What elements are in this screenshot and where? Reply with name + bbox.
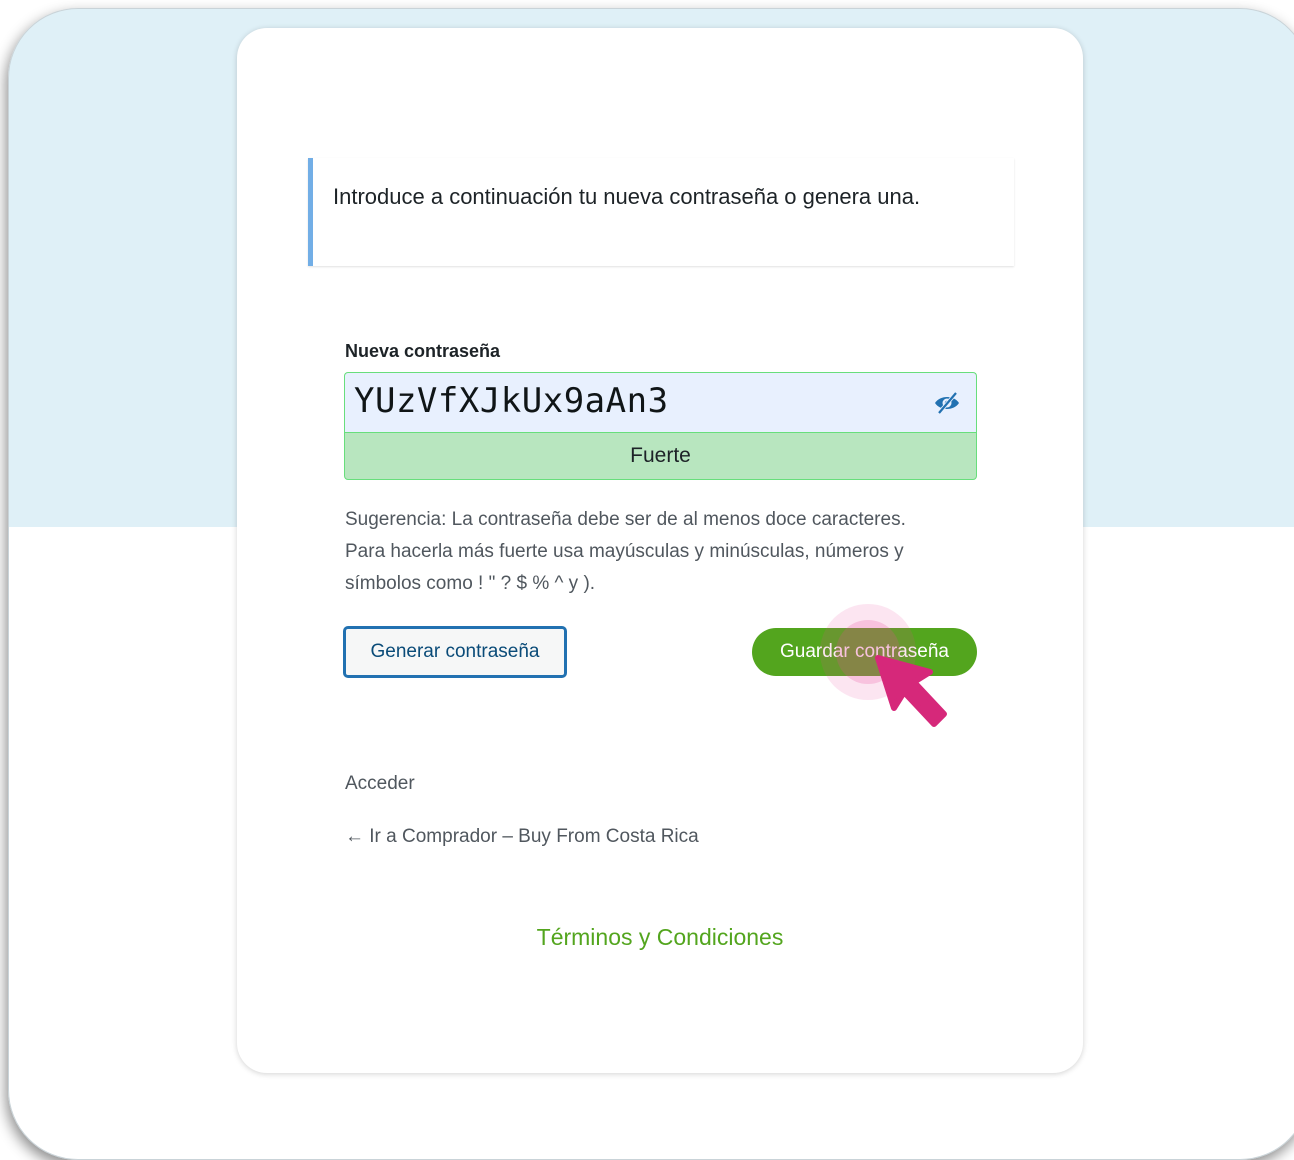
notice-text: Introduce a continuación tu nueva contra…	[333, 184, 921, 209]
password-hint: Sugerencia: La contraseña debe ser de al…	[345, 509, 906, 594]
login-link[interactable]: Acceder	[345, 773, 415, 795]
info-notice: Introduce a continuación tu nueva contra…	[308, 158, 1014, 266]
generate-password-button[interactable]: Generar contraseña	[344, 627, 566, 677]
terms-link[interactable]: Términos y Condiciones	[237, 924, 1083, 951]
eye-slash-icon[interactable]	[932, 390, 962, 416]
new-password-field[interactable]: YUzVfXJkUx9aAn3	[344, 372, 977, 432]
password-value[interactable]: YUzVfXJkUx9aAn3	[354, 381, 669, 421]
password-strength-meter: Fuerte	[344, 432, 977, 480]
back-to-site-link[interactable]: ← Ir a Comprador – Buy From Costa Rica	[345, 826, 699, 848]
cursor-arrow-icon	[872, 652, 958, 738]
new-password-label: Nueva contraseña	[345, 341, 501, 361]
